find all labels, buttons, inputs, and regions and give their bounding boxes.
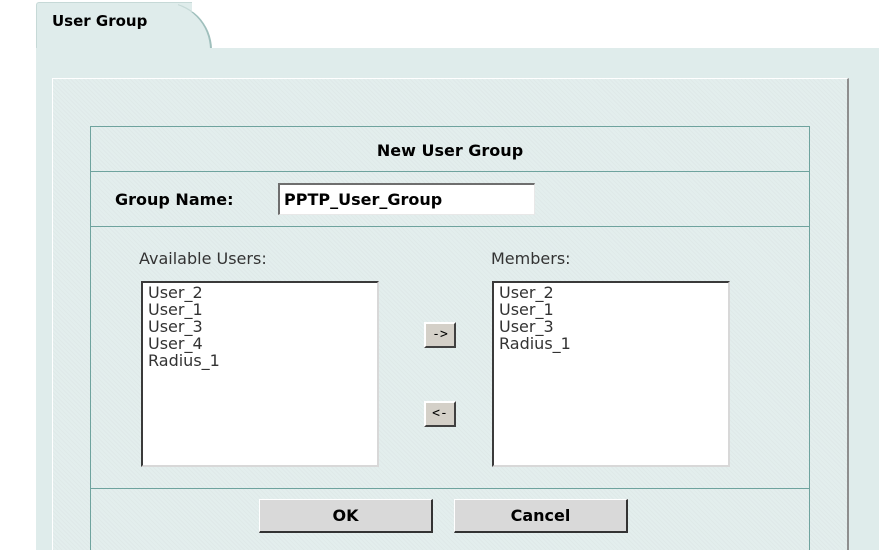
new-user-group-dialog: New User Group Group Name: Available Use…: [90, 126, 810, 550]
list-item[interactable]: Radius_1: [148, 352, 372, 369]
list-item[interactable]: Radius_1: [499, 335, 723, 352]
list-item[interactable]: User_4: [148, 335, 372, 352]
dialog-title: New User Group: [376, 141, 524, 160]
members-list[interactable]: User_2 User_1 User_3 Radius_1: [492, 281, 730, 467]
cancel-button[interactable]: Cancel: [454, 499, 628, 533]
available-users-label: Available Users:: [139, 249, 267, 268]
divider: [91, 171, 809, 172]
list-item[interactable]: User_3: [499, 318, 723, 335]
divider: [91, 488, 809, 489]
tab-user-group-label[interactable]: User Group: [52, 12, 147, 30]
list-item[interactable]: User_3: [148, 318, 372, 335]
members-label: Members:: [491, 249, 571, 268]
tab-curve-decoration: [178, 2, 228, 48]
group-name-label: Group Name:: [115, 190, 234, 209]
list-item[interactable]: User_2: [499, 284, 723, 301]
divider: [91, 226, 809, 227]
list-item[interactable]: User_2: [148, 284, 372, 301]
list-item[interactable]: User_1: [148, 301, 372, 318]
remove-member-button[interactable]: <-: [424, 401, 456, 427]
available-users-list[interactable]: User_2 User_1 User_3 User_4 Radius_1: [141, 281, 379, 467]
list-item[interactable]: User_1: [499, 301, 723, 318]
ok-button[interactable]: OK: [259, 499, 433, 533]
group-name-input[interactable]: [278, 183, 535, 215]
add-member-button[interactable]: ->: [424, 322, 456, 348]
